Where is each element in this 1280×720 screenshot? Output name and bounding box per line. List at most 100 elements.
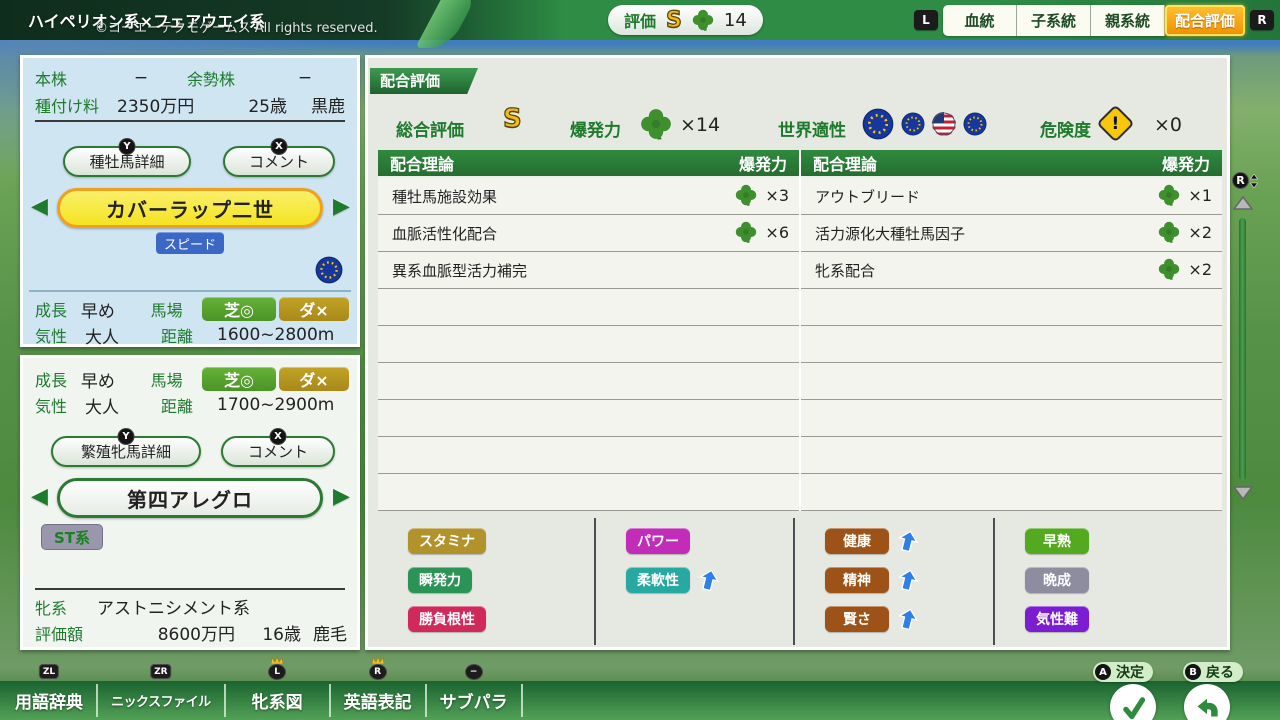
table-row: 種牡馬施設効果 ×3: [378, 178, 799, 215]
divider: [29, 290, 351, 292]
power-value: ×1: [1158, 184, 1212, 206]
ability-column-1: スタミナ 瞬発力 勝負根性: [378, 518, 594, 645]
power-value: ×3: [735, 184, 789, 206]
eu-flag-icon: [315, 256, 343, 284]
stud-fee-label: 種付け料: [35, 93, 117, 117]
next-mare-arrow[interactable]: ▶: [333, 486, 350, 508]
eu-flag-icon: [963, 112, 987, 136]
stock-label: 本株: [35, 66, 95, 90]
menu-item-sub-parameters[interactable]: − サブパラ: [427, 681, 521, 720]
world-aptitude-flags: [862, 108, 987, 140]
theory-column-header: 配合理論: [813, 151, 877, 175]
breeding-theory-table: 配合理論 爆発力 種牡馬施設効果 ×3 血脈活性化配合 ×6 異系血脈型活力補完: [378, 150, 1222, 511]
ability-badge-zone: スタミナ 瞬発力 勝負根性 パワー 柔軟性 健康 精神 賢さ 早熟 晩成 気性難: [378, 518, 1222, 645]
r-stick-hint: R: [1232, 172, 1258, 189]
mare-panel: 成長 早め 馬場 芝◎ ダ× 気性 大人 距離 1700~2900m Y 繁殖牝…: [20, 355, 360, 650]
next-sire-arrow[interactable]: ▶: [333, 196, 350, 218]
power-column-header: 爆発力: [1162, 151, 1210, 175]
prev-sire-arrow[interactable]: ◀: [31, 196, 48, 218]
table-row: アウトブリード ×1: [801, 178, 1222, 215]
tab-parent-line[interactable]: 親系統: [1091, 5, 1165, 36]
burst-badge: 瞬発力: [408, 567, 472, 593]
dirt-aptitude-badge: ダ×: [279, 297, 349, 321]
table-row: 異系血脈型活力補完: [378, 252, 799, 289]
l-shoulder-key[interactable]: L: [914, 10, 938, 30]
rating-label: 評価: [624, 8, 656, 32]
sire-detail-button[interactable]: Y 種牡馬詳細: [63, 146, 191, 177]
tab-bar: L 血統 子系統 親系統 配合評価 R: [914, 4, 1274, 36]
stud-fee-value: 2350万円: [117, 92, 227, 117]
table-row-empty: [801, 400, 1222, 437]
game-screen: { "top_bar": { "title": "ハイペリオン系×フェアウエイ系…: [0, 0, 1280, 720]
zl-key-icon: ZL: [39, 664, 59, 679]
menu-item-nicks-file[interactable]: ZR ニックスファイル: [98, 681, 224, 720]
tab-breeding-evaluation[interactable]: 配合評価: [1165, 5, 1245, 36]
mare-name-pill[interactable]: 第四アレグロ: [57, 478, 323, 518]
tab-child-line[interactable]: 子系統: [1017, 5, 1091, 36]
health-badge: 健康: [825, 528, 889, 554]
menu-item-english-notation[interactable]: R 英語表記: [331, 681, 425, 720]
mare-comment-button[interactable]: X コメント: [221, 436, 335, 467]
table-row: 牝系配合 ×2: [801, 252, 1222, 289]
spare-stock-label: 余勢株: [187, 66, 265, 90]
rating-summary-pill: 評価 S 14: [608, 5, 763, 35]
theory-label: 血脈活性化配合: [392, 223, 497, 244]
table-header: 配合理論 爆発力: [378, 150, 799, 178]
mental-badge: 精神: [825, 567, 889, 593]
minus-key-icon: −: [465, 664, 483, 680]
appraisal-label: 評価額: [35, 621, 109, 645]
top-bar: ハイペリオン系×フェアウエイ系 ©コーエーテクモゲームス All rights …: [0, 0, 1280, 40]
zr-key-icon: ZR: [150, 664, 171, 679]
table-row-empty: [378, 363, 799, 400]
precocity-badge: 早熟: [1025, 528, 1089, 554]
power-column-header: 爆発力: [739, 151, 787, 175]
menu-item-glossary[interactable]: ZL 用語辞典: [2, 681, 96, 720]
table-row-empty: [801, 289, 1222, 326]
power-badge: パワー: [626, 528, 690, 554]
r-key-icon: R: [369, 664, 387, 680]
up-arrow-icon: [897, 569, 919, 591]
crown-icon: [270, 656, 284, 664]
menu-item-dam-line-chart[interactable]: L 牝系図: [226, 681, 329, 720]
overall-grade: S: [503, 104, 522, 134]
appraisal-value: 8600万円: [109, 620, 235, 645]
line-type-badge: ST系: [41, 524, 103, 550]
sire-comment-button[interactable]: X コメント: [223, 146, 335, 177]
turf-aptitude-badge: 芝◎: [202, 367, 276, 391]
r-stick-icon: R: [1232, 172, 1249, 189]
r-shoulder-key[interactable]: R: [1250, 10, 1274, 30]
tabs: 血統 子系統 親系統 配合評価: [943, 5, 1245, 36]
scroll-track[interactable]: [1239, 218, 1246, 480]
sire-age: 25歳: [227, 92, 287, 117]
guts-badge: 勝負根性: [408, 606, 486, 632]
temper-label: 気性: [35, 393, 85, 417]
scroll-up-arrow[interactable]: [1233, 196, 1253, 210]
divider: [35, 588, 345, 590]
eu-flag-icon: [901, 112, 925, 136]
scroll-down-arrow[interactable]: [1233, 486, 1253, 500]
explosive-label: 爆発力: [570, 116, 621, 141]
sire-name-pill[interactable]: カバーラップ二世: [57, 188, 323, 228]
breeding-evaluation-panel: 配合評価 総合評価 S 爆発力 ×14 世界適性 危険度 ! ×0 配合理論 爆…: [365, 55, 1230, 650]
b-key-icon: B: [1185, 664, 1201, 680]
distance-label: 距離: [161, 393, 217, 417]
prev-mare-arrow[interactable]: ◀: [31, 486, 48, 508]
sire-name: カバーラップ二世: [106, 194, 274, 223]
tab-pedigree[interactable]: 血統: [943, 5, 1017, 36]
up-arrow-icon: [897, 608, 919, 630]
confirm-hint: A 決定: [1093, 662, 1153, 682]
stamina-badge: スタミナ: [408, 528, 486, 554]
power-value: ×2: [1158, 221, 1212, 243]
up-arrow-icon: [698, 569, 720, 591]
growth-label: 成長: [35, 297, 81, 321]
clover-icon: [640, 108, 672, 140]
theory-label: 活力源化大種牡馬因子: [815, 223, 965, 244]
mare-stats: 成長 早め 馬場 芝◎ ダ× 気性 大人 距離 1700~2900m: [35, 366, 349, 418]
risk-value: ×0: [1154, 114, 1182, 136]
table-row-empty: [378, 437, 799, 474]
mare-detail-button[interactable]: Y 繁殖牝馬詳細: [51, 436, 201, 467]
table-row-empty: [378, 474, 799, 511]
panel-title: 配合評価: [370, 68, 478, 94]
table-header: 配合理論 爆発力: [801, 150, 1222, 178]
evaluation-summary: 総合評価 S 爆発力 ×14 世界適性 危険度 ! ×0: [368, 102, 1227, 154]
